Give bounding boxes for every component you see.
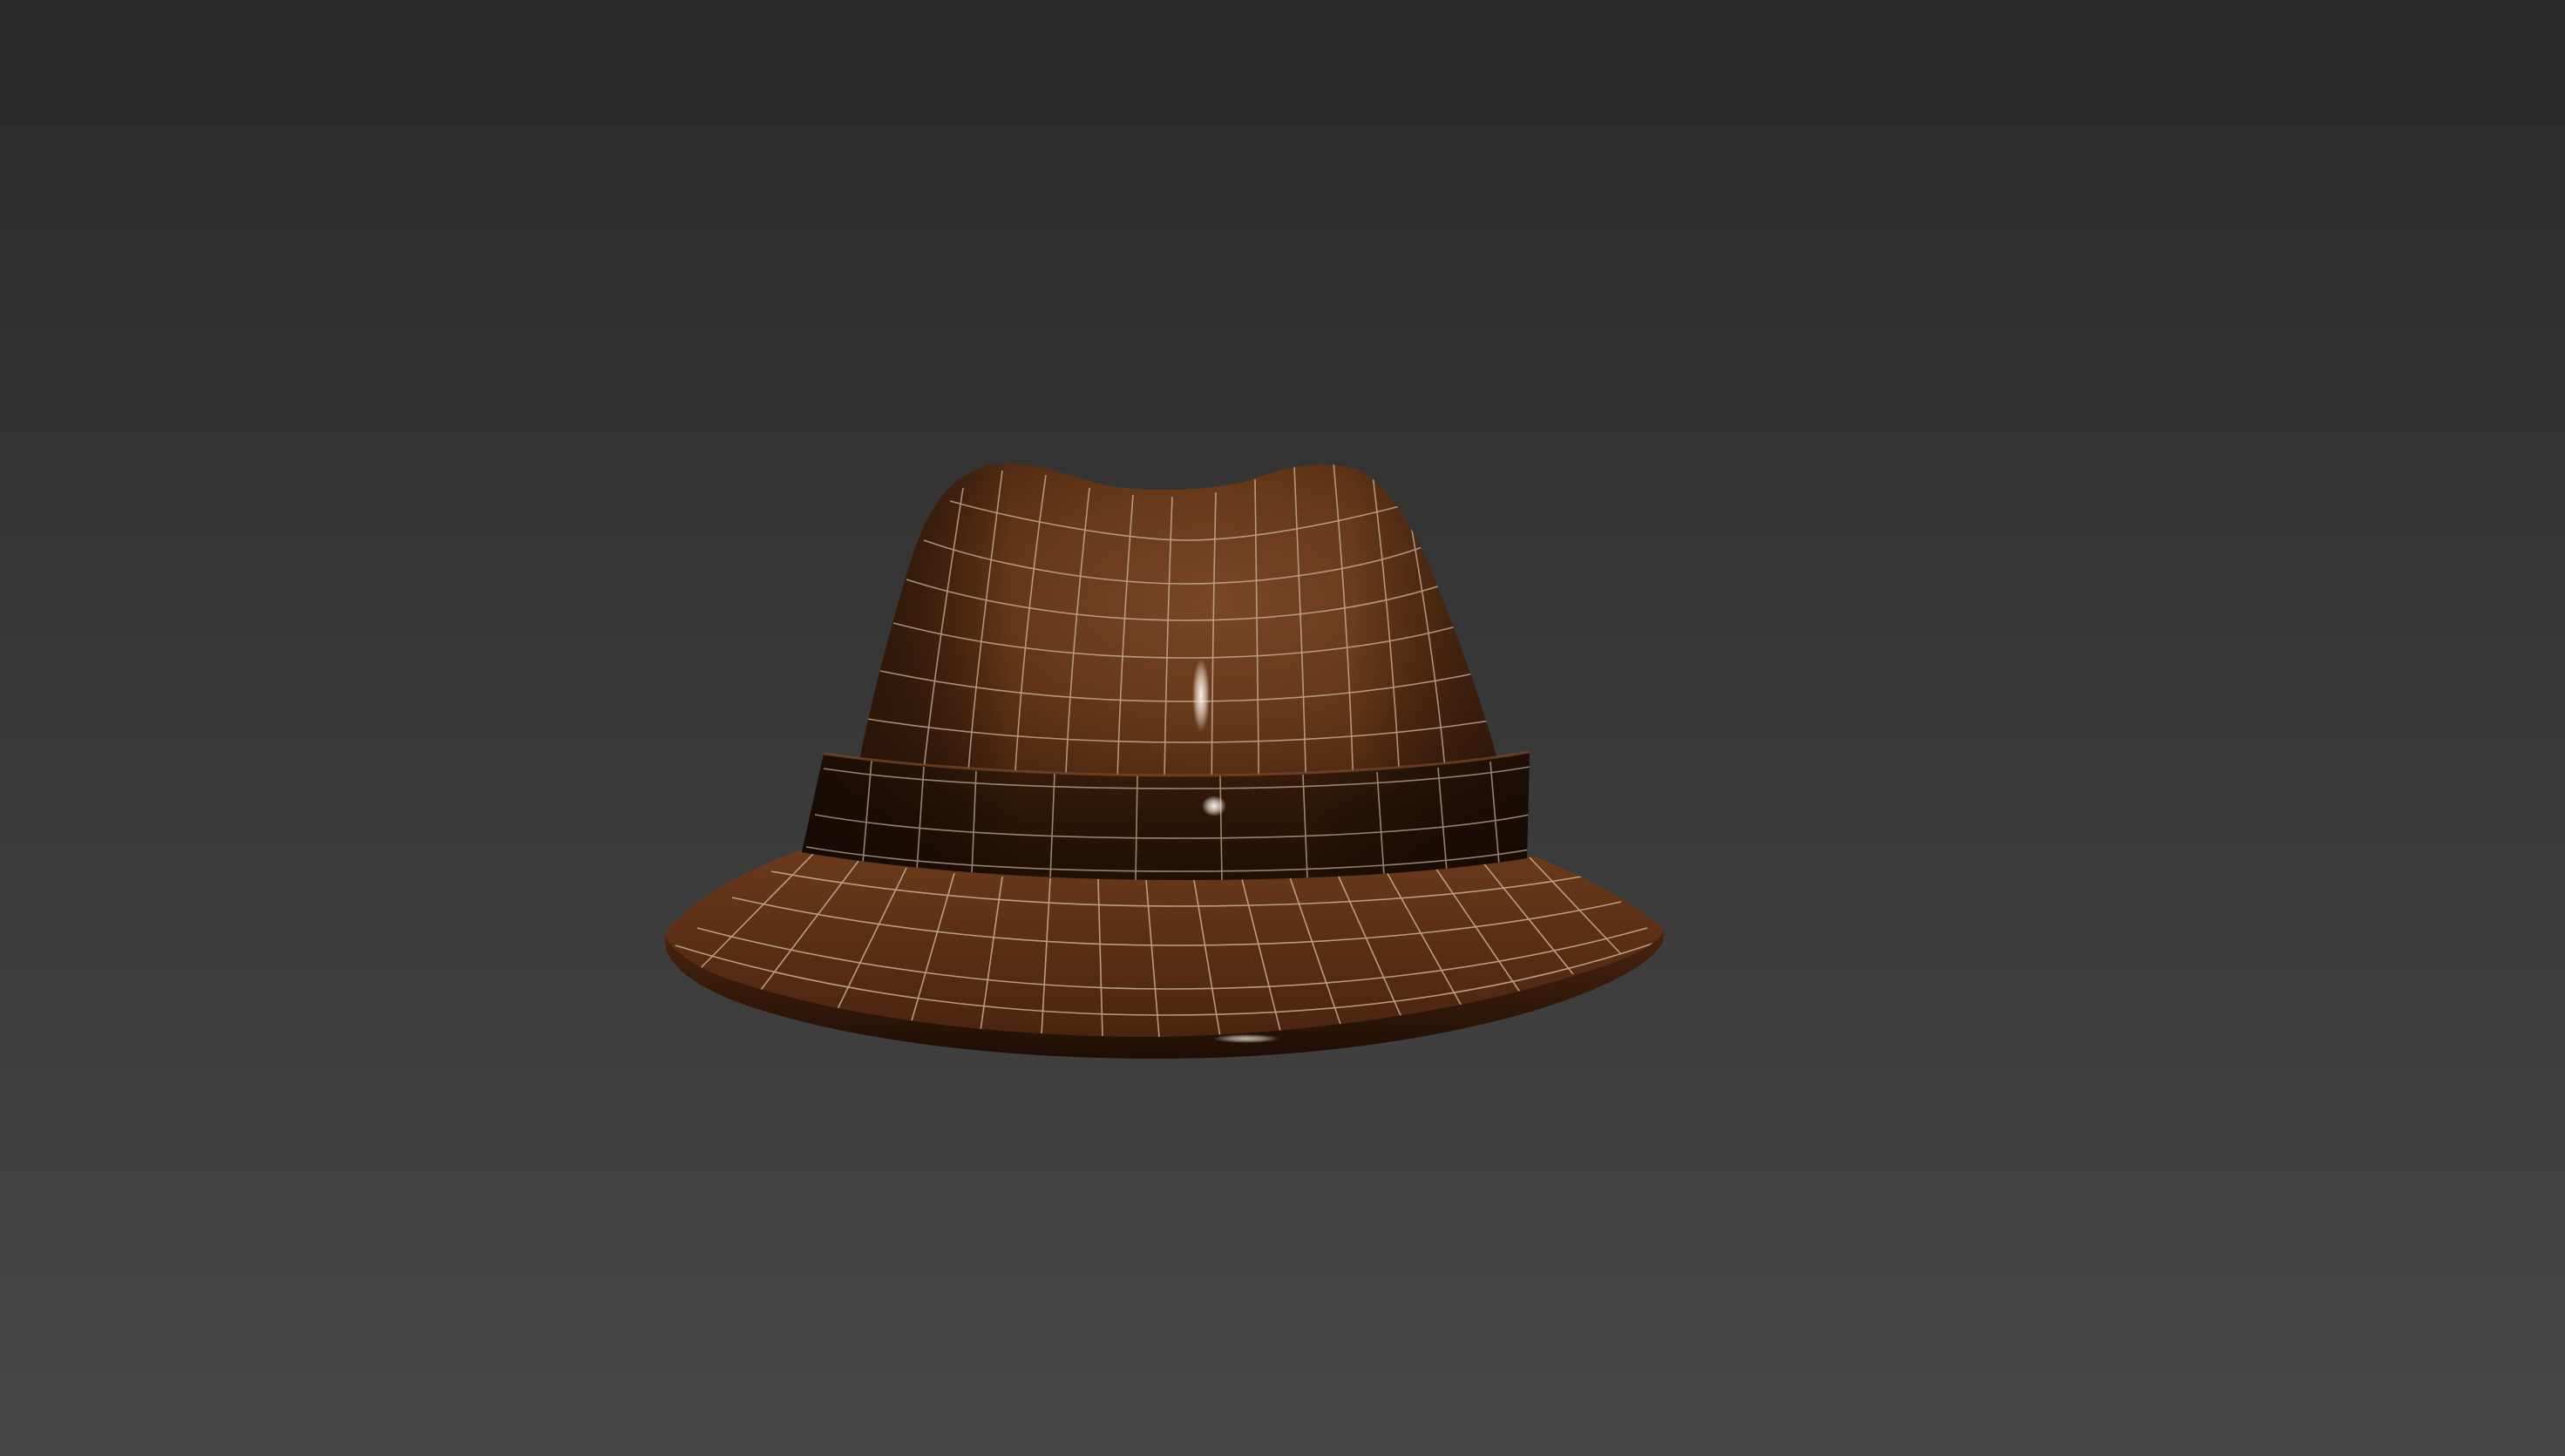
viewport-canvas[interactable] (0, 0, 2565, 1456)
3d-viewport[interactable] (0, 0, 2565, 1456)
